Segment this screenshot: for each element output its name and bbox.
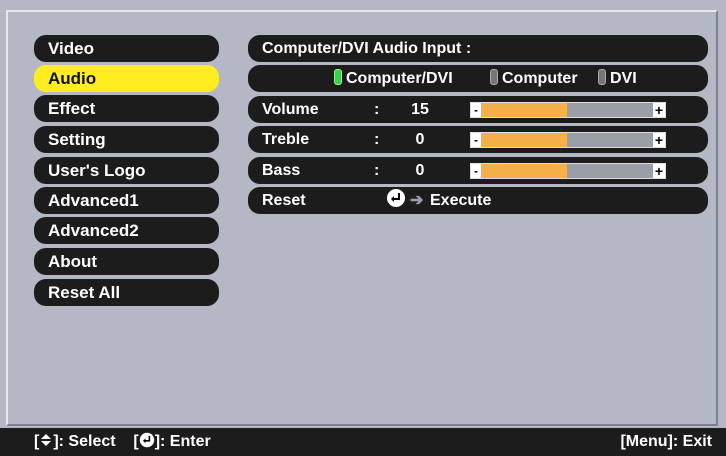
radio-option-computer[interactable]: Computer xyxy=(490,65,578,92)
audio-input-title-row: Computer/DVI Audio Input : xyxy=(248,35,708,62)
minus-icon: - xyxy=(471,133,481,147)
setting-value: 0 xyxy=(415,162,425,179)
select-hint: ]: Select xyxy=(53,433,116,450)
slider-fill xyxy=(481,164,567,178)
setting-label: Bass xyxy=(262,162,301,179)
sidebar-item-label: Setting xyxy=(48,130,106,149)
sidebar-item-label: Advanced2 xyxy=(48,221,139,240)
radio-unselected-icon xyxy=(490,69,498,85)
sidebar-item-label: Advanced1 xyxy=(48,191,139,210)
sidebar-item-audio[interactable]: Audio xyxy=(34,65,219,92)
sidebar-item-label: Reset All xyxy=(48,283,121,302)
audio-input-options-row: Computer/DVI Computer DVI xyxy=(248,65,708,92)
minus-icon: - xyxy=(471,164,481,178)
sidebar-item-users-logo[interactable]: User's Logo xyxy=(34,157,219,184)
setting-row-volume[interactable]: Volume : 15 - + xyxy=(248,96,708,123)
minus-icon: - xyxy=(471,103,481,117)
sidebar-item-label: Effect xyxy=(48,99,96,118)
sidebar-item-video[interactable]: Video xyxy=(34,35,219,62)
bass-slider[interactable]: - + xyxy=(470,163,666,179)
sidebar-item-about[interactable]: About xyxy=(34,248,219,275)
setting-value: 15 xyxy=(411,101,429,118)
slider-fill xyxy=(481,133,567,147)
sidebar-item-label: Audio xyxy=(48,69,97,88)
sidebar-item-label: User's Logo xyxy=(48,161,146,180)
footer-hints: []: Select []: Enter xyxy=(34,428,211,456)
volume-slider[interactable]: - + xyxy=(470,102,666,118)
enter-icon xyxy=(386,188,406,217)
sidebar-item-label: Video xyxy=(48,39,94,58)
plus-icon: + xyxy=(653,132,665,148)
sidebar-item-reset-all[interactable]: Reset All xyxy=(34,279,219,306)
plus-icon: + xyxy=(653,163,665,179)
setting-row-bass[interactable]: Bass : 0 - + xyxy=(248,157,708,184)
setting-colon: : xyxy=(374,131,380,148)
setting-value: 0 xyxy=(415,131,425,148)
setting-row-treble[interactable]: Treble : 0 - + xyxy=(248,126,708,153)
sidebar-item-advanced2[interactable]: Advanced2 xyxy=(34,217,219,244)
setting-label: Volume xyxy=(262,101,319,118)
execute-button[interactable]: Execute xyxy=(430,187,491,214)
treble-slider[interactable]: - + xyxy=(470,132,666,148)
enter-icon xyxy=(139,432,155,450)
slider-fill xyxy=(481,103,567,117)
up-down-arrow-icon xyxy=(39,433,53,450)
radio-selected-icon xyxy=(334,69,342,85)
setting-label: Treble xyxy=(262,131,310,148)
exit-hint: [Menu]: Exit xyxy=(620,433,712,450)
radio-option-dvi[interactable]: DVI xyxy=(598,65,637,92)
sidebar-item-setting[interactable]: Setting xyxy=(34,126,219,153)
radio-unselected-icon xyxy=(598,69,606,85)
setting-colon: : xyxy=(374,101,380,118)
setting-colon: : xyxy=(374,162,380,179)
audio-input-title: Computer/DVI Audio Input : xyxy=(262,40,472,57)
setting-row-reset[interactable]: Reset ➔ Execute xyxy=(248,187,708,214)
footer-bar: []: Select []: Enter [Menu]: Exit xyxy=(0,428,726,456)
sidebar-item-label: About xyxy=(48,252,98,271)
reset-label: Reset xyxy=(262,192,306,209)
sidebar-item-advanced1[interactable]: Advanced1 xyxy=(34,187,219,214)
sidebar-item-effect[interactable]: Effect xyxy=(34,95,219,122)
radio-option-computer-dvi[interactable]: Computer/DVI xyxy=(334,65,453,92)
enter-hint: ]: Enter xyxy=(154,433,211,450)
plus-icon: + xyxy=(653,102,665,118)
right-arrow-icon: ➔ xyxy=(410,192,424,209)
projector-menu: Video Audio Effect Setting User's Logo A… xyxy=(0,0,726,456)
